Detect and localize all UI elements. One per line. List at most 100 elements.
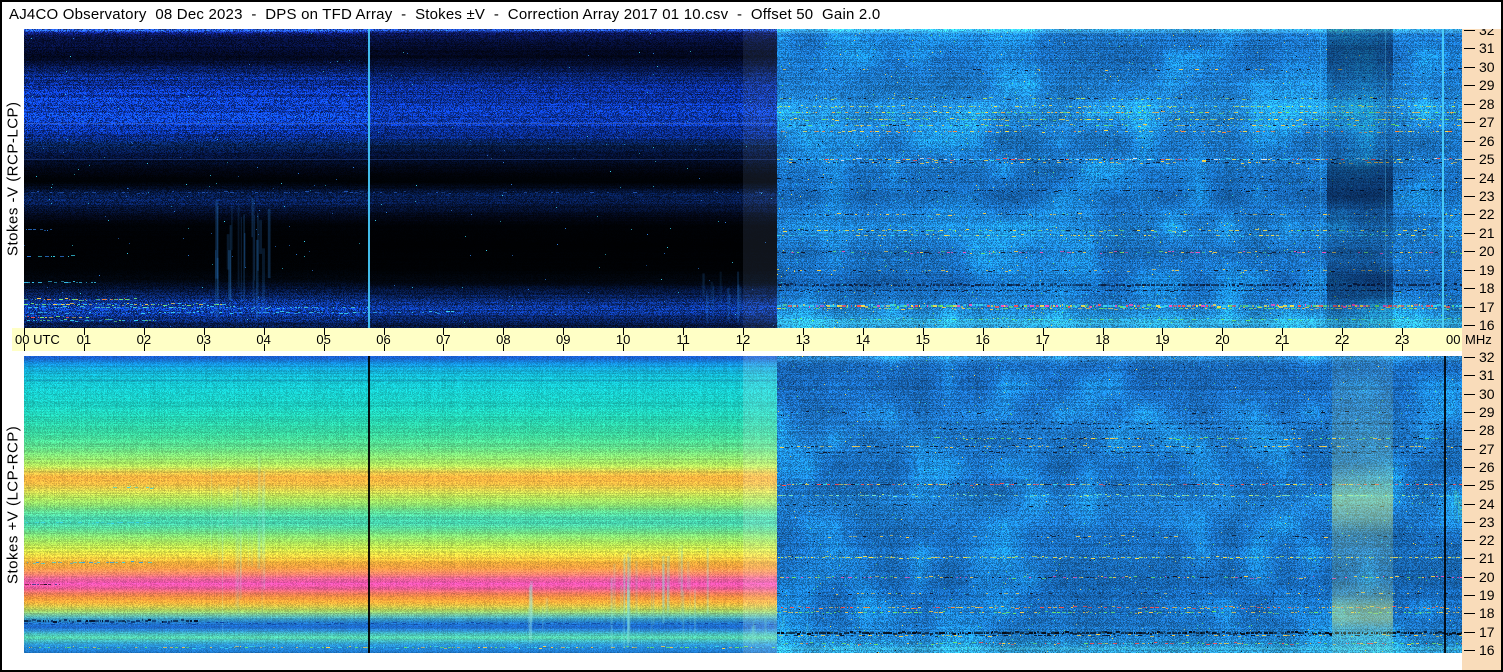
time-tick-label: 04 bbox=[256, 332, 271, 347]
time-tick-label: 06 bbox=[376, 332, 391, 347]
time-tick-label: 22 bbox=[1334, 332, 1350, 347]
frequency-tick bbox=[1464, 430, 1475, 431]
frequency-tick-label: 32 bbox=[1479, 29, 1495, 38]
frequency-tick-label: 31 bbox=[1479, 40, 1495, 56]
frequency-tick-label: 24 bbox=[1479, 496, 1495, 512]
frequency-unit-label: MHz bbox=[1465, 332, 1492, 347]
frequency-tick-label: 20 bbox=[1479, 569, 1495, 585]
frequency-tick bbox=[1464, 214, 1475, 215]
frequency-tick-label: 17 bbox=[1479, 299, 1495, 315]
title-text: AJ4CO Observatory 08 Dec 2023 - DPS on T… bbox=[9, 6, 881, 23]
frequency-tick-label: 18 bbox=[1479, 605, 1495, 621]
panel-label-stokes-plus-v: Stokes +V (LCP-RCP) bbox=[4, 425, 22, 584]
time-tick-label: 21 bbox=[1275, 332, 1290, 347]
time-tick-label: 07 bbox=[436, 332, 451, 347]
frequency-tick-label: 32 bbox=[1479, 349, 1495, 365]
frequency-tick-label: 17 bbox=[1479, 624, 1495, 640]
time-tick-label: 08 bbox=[496, 332, 511, 347]
frequency-tick bbox=[1464, 85, 1475, 86]
frequency-tick-label: 21 bbox=[1479, 225, 1495, 241]
frequency-tick-label: 19 bbox=[1479, 262, 1495, 278]
frequency-tick-label: 19 bbox=[1479, 587, 1495, 603]
frequency-tick-label: 22 bbox=[1479, 532, 1495, 548]
frequency-tick-label: 30 bbox=[1479, 59, 1495, 75]
frequency-tick bbox=[1464, 357, 1475, 358]
time-tick-label: 16 bbox=[975, 332, 990, 347]
spectrogram-app-window: AJ4CO Observatory 08 Dec 2023 - DPS on T… bbox=[0, 0, 1503, 672]
frequency-tick-label: 16 bbox=[1479, 642, 1495, 658]
frequency-tick-label: 18 bbox=[1479, 280, 1495, 296]
frequency-tick-label: 28 bbox=[1479, 422, 1495, 438]
frequency-tick-label: 28 bbox=[1479, 96, 1495, 112]
frequency-tick bbox=[1464, 412, 1475, 413]
spectrogram-panel-stokes-plus-v bbox=[24, 356, 1462, 653]
time-tick-label: 14 bbox=[855, 332, 871, 347]
frequency-tick-label: 26 bbox=[1479, 133, 1495, 149]
frequency-tick bbox=[1464, 141, 1475, 142]
time-tick-label: 03 bbox=[196, 332, 211, 347]
frequency-tick bbox=[1464, 196, 1475, 197]
time-tick-label: 00 bbox=[1446, 332, 1461, 347]
frequency-tick-label: 29 bbox=[1479, 77, 1495, 93]
frequency-tick bbox=[1464, 577, 1475, 578]
frequency-tick bbox=[1464, 394, 1475, 395]
frequency-tick bbox=[1464, 522, 1475, 523]
frequency-tick bbox=[1464, 650, 1475, 651]
time-tick-label: 10 bbox=[615, 332, 631, 347]
frequency-tick bbox=[1464, 595, 1475, 596]
frequency-tick bbox=[1464, 504, 1475, 505]
frequency-tick bbox=[1464, 613, 1475, 614]
frequency-tick bbox=[1464, 270, 1475, 271]
time-tick-label: 15 bbox=[915, 332, 930, 347]
frequency-tick-label: 23 bbox=[1479, 514, 1495, 530]
title-bar: AJ4CO Observatory 08 Dec 2023 - DPS on T… bbox=[2, 2, 1501, 27]
time-tick-label: 19 bbox=[1155, 332, 1170, 347]
frequency-tick-label: 20 bbox=[1479, 243, 1495, 259]
frequency-tick-label: 31 bbox=[1479, 367, 1495, 383]
frequency-tick bbox=[1464, 467, 1475, 468]
time-tick-label: 01 bbox=[76, 332, 92, 347]
frequency-tick bbox=[1464, 307, 1475, 308]
frequency-tick-label: 16 bbox=[1479, 317, 1495, 333]
time-tick-label: 18 bbox=[1095, 332, 1110, 347]
frequency-tick bbox=[1464, 233, 1475, 234]
spectrogram-panel-stokes-minus-v bbox=[24, 29, 1462, 328]
time-tick-label: 20 bbox=[1215, 332, 1230, 347]
time-tick-label: 09 bbox=[556, 332, 571, 347]
frequency-tick bbox=[1464, 632, 1475, 633]
frequency-tick-label: 26 bbox=[1479, 459, 1495, 475]
time-tick-label: 05 bbox=[316, 332, 331, 347]
frequency-scale: MHz 32 31 30 29 28 27 26 25 24 23 22 21 20 19 18 17 16 32… bbox=[1462, 29, 1501, 670]
frequency-tick-label: 29 bbox=[1479, 404, 1495, 420]
frequency-tick bbox=[1464, 48, 1475, 49]
panel-label-stokes-minus-v: Stokes -V (RCP-LCP) bbox=[4, 101, 22, 256]
time-tick-label: 11 bbox=[676, 332, 690, 347]
frequency-tick-label: 27 bbox=[1479, 441, 1495, 457]
frequency-tick bbox=[1464, 30, 1475, 31]
frequency-tick-label: 25 bbox=[1479, 477, 1495, 493]
time-tick-label: 12 bbox=[735, 332, 751, 347]
frequency-tick bbox=[1464, 122, 1475, 123]
frequency-tick-label: 22 bbox=[1479, 206, 1495, 222]
frequency-tick bbox=[1464, 251, 1475, 252]
frequency-tick bbox=[1464, 325, 1475, 326]
frequency-tick-label: 30 bbox=[1479, 386, 1495, 402]
frequency-tick-label: 24 bbox=[1479, 170, 1495, 186]
time-tick-label: 23 bbox=[1394, 332, 1410, 347]
time-tick-label: 00 UTC bbox=[15, 332, 60, 347]
frequency-tick bbox=[1464, 104, 1475, 105]
frequency-tick bbox=[1464, 540, 1475, 541]
frequency-tick-label: 23 bbox=[1479, 188, 1495, 204]
frequency-tick bbox=[1464, 67, 1475, 68]
frequency-tick bbox=[1464, 485, 1475, 486]
frequency-tick bbox=[1464, 449, 1475, 450]
frequency-tick-label: 21 bbox=[1479, 550, 1495, 566]
frequency-tick bbox=[1464, 159, 1475, 160]
time-axis: 00 UTC 01 02 03 04 05 06 07 08 09 10 11 12 13 14 15 16 17… bbox=[12, 328, 1462, 351]
frequency-tick-label: 27 bbox=[1479, 114, 1495, 130]
frequency-tick bbox=[1464, 375, 1475, 376]
frequency-tick bbox=[1464, 288, 1475, 289]
frequency-tick bbox=[1464, 178, 1475, 179]
time-tick-label: 13 bbox=[795, 332, 811, 347]
time-tick-label: 02 bbox=[136, 332, 152, 347]
